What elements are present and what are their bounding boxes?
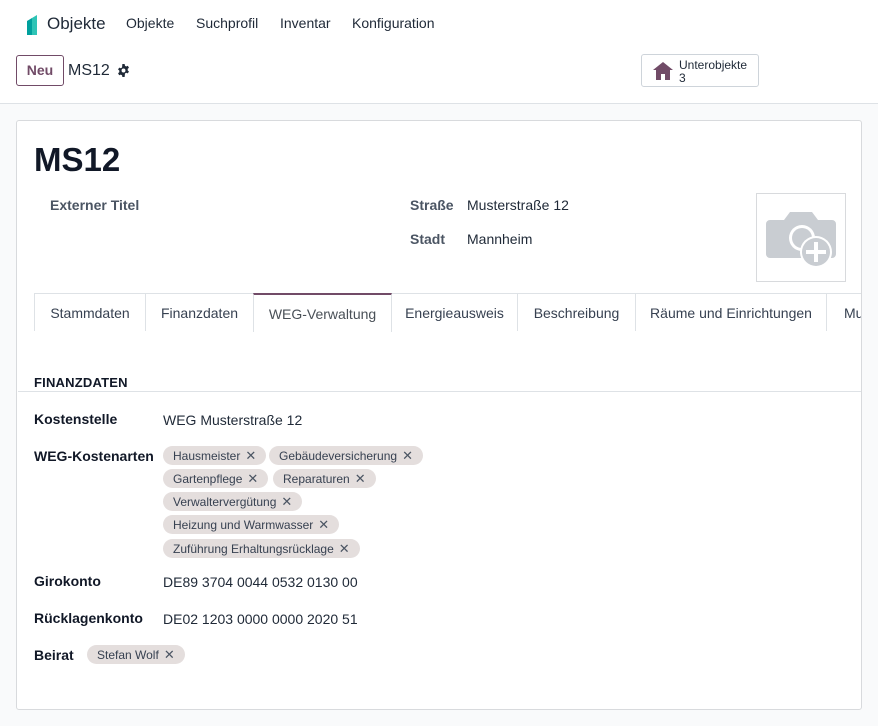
smart-button-count: 3 [679, 71, 686, 85]
tab-beschreibung[interactable]: Beschreibung [517, 293, 636, 331]
tag-label: Gebäudeversicherung [279, 449, 398, 463]
tag-label: Hausmeister [173, 449, 241, 463]
tab-stammdaten[interactable]: Stammdaten [34, 293, 146, 331]
city-value[interactable]: Mannheim [467, 231, 532, 247]
record-title[interactable]: MS12 [34, 141, 120, 179]
form-sheet: MS12 Externer Titel Straße Musterstraße … [16, 120, 862, 710]
unterobjekte-smart-button[interactable]: Unterobjekte 3 [641, 54, 759, 87]
house-icon [653, 62, 673, 80]
smart-button-label: Unterobjekte [679, 58, 748, 72]
section-divider [18, 391, 861, 392]
tag-remove-icon[interactable]: ✕ [245, 446, 256, 465]
ruecklagenkonto-value[interactable]: DE02 1203 0000 0000 2020 51 [163, 611, 358, 627]
app-name[interactable]: Objekte [47, 14, 106, 34]
tag-gebaeudeversicherung: Gebäudeversicherung ✕ [269, 446, 423, 465]
camera-add-icon [766, 212, 836, 268]
nav-inventar[interactable]: Inventar [280, 15, 331, 31]
tag-remove-icon[interactable]: ✕ [281, 492, 292, 511]
section-title: FINANZDATEN [34, 375, 128, 390]
kostenstelle-label: Kostenstelle [34, 411, 118, 427]
tag-reparaturen: Reparaturen ✕ [273, 469, 376, 488]
tag-beirat-member: Stefan Wolf ✕ [87, 645, 185, 664]
street-value[interactable]: Musterstraße 12 [467, 197, 569, 213]
tag-remove-icon[interactable]: ✕ [355, 469, 366, 488]
nav-objekte[interactable]: Objekte [126, 15, 174, 31]
tag-label: Heizung und Warmwasser [173, 518, 314, 532]
tag-verwalterverguetung: Verwaltervergütung ✕ [163, 492, 303, 511]
tag-heizung-und-warmwasser: Heizung und Warmwasser ✕ [163, 515, 340, 534]
notebook-tabs: Stammdaten Finanzdaten WEG-Verwaltung En… [34, 293, 861, 332]
city-label: Stadt [410, 231, 445, 247]
tag-zufuehrung-erhaltungsruecklage: Zuführung Erhaltungsrücklage ✕ [163, 539, 360, 558]
tag-label: Reparaturen [283, 472, 350, 486]
tag-remove-icon[interactable]: ✕ [339, 539, 350, 558]
tag-label: Stefan Wolf [97, 648, 159, 662]
external-title-label: Externer Titel [50, 197, 140, 213]
tag-label: Verwaltervergütung [173, 495, 277, 509]
girokonto-label: Girokonto [34, 573, 101, 589]
breadcrumb-record-name: MS12 [68, 62, 110, 79]
beirat-label: Beirat [34, 647, 74, 663]
nav-suchprofil[interactable]: Suchprofil [196, 15, 258, 31]
tag-remove-icon[interactable]: ✕ [318, 515, 329, 534]
gear-icon[interactable] [117, 64, 130, 77]
tag-remove-icon[interactable]: ✕ [247, 469, 258, 488]
ruecklagenkonto-label: Rücklagenkonto [34, 610, 143, 626]
app-logo-icon[interactable] [26, 15, 38, 35]
tag-remove-icon[interactable]: ✕ [164, 645, 175, 664]
tab-more[interactable]: Mu [826, 293, 861, 331]
tab-raeume-und-einrichtungen[interactable]: Räume und Einrichtungen [635, 293, 827, 331]
top-navbar: Objekte Objekte Suchprofil Inventar Konf… [0, 0, 878, 104]
tab-finanzdaten[interactable]: Finanzdaten [145, 293, 254, 331]
tag-label: Gartenpflege [173, 472, 243, 486]
tab-weg-verwaltung[interactable]: WEG-Verwaltung [253, 293, 392, 332]
tag-gartenpflege: Gartenpflege ✕ [163, 469, 269, 488]
tag-remove-icon[interactable]: ✕ [402, 446, 413, 465]
image-upload[interactable] [756, 193, 846, 282]
street-label: Straße [410, 197, 454, 213]
kostenstelle-value[interactable]: WEG Musterstraße 12 [163, 412, 302, 428]
new-button[interactable]: Neu [16, 55, 64, 86]
girokonto-value[interactable]: DE89 3704 0044 0532 0130 00 [163, 574, 358, 590]
nav-konfiguration[interactable]: Konfiguration [352, 15, 435, 31]
kostenarten-label: WEG-Kostenarten [34, 448, 154, 464]
tab-energieausweis[interactable]: Energieausweis [391, 293, 518, 331]
tag-label: Zuführung Erhaltungsrücklage [173, 542, 334, 556]
tag-hausmeister: Hausmeister ✕ [163, 446, 267, 465]
